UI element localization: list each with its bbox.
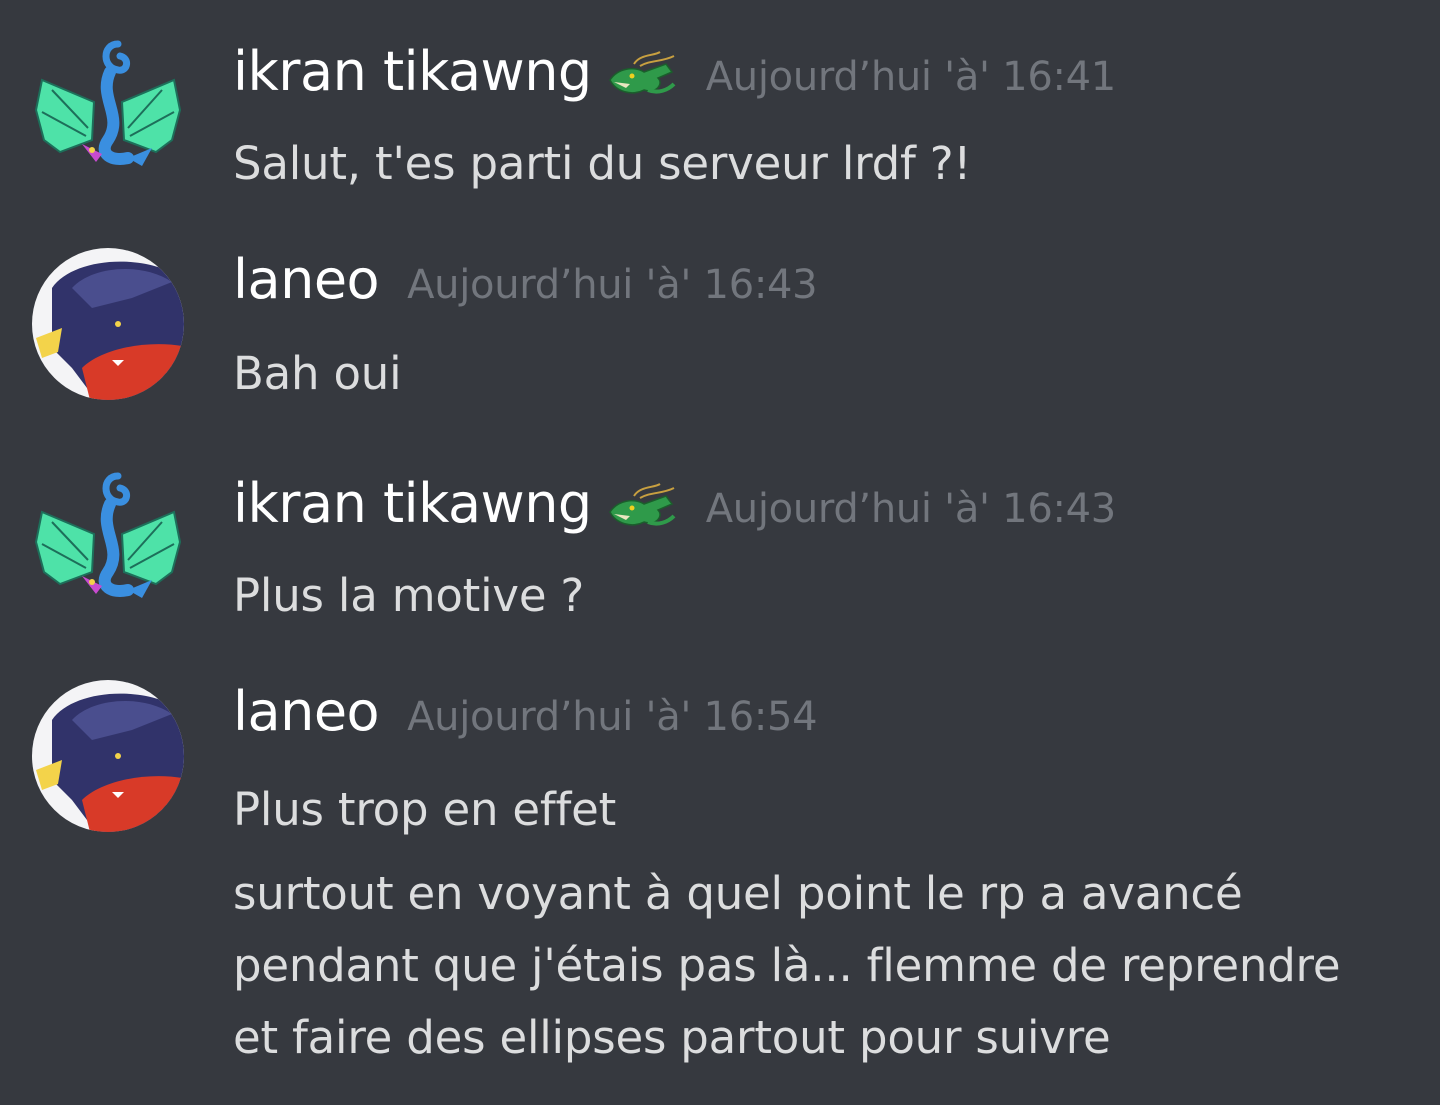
avatar-ikran-tikawng[interactable] [32, 472, 184, 624]
avatar-laneo[interactable] [32, 680, 184, 832]
dragon-icon [604, 482, 678, 532]
message-header: ikran tikawng Aujourd’hui 'à' 16:41 [233, 40, 1116, 110]
message-content: Salut, t'es parti du serveur lrdf ?! [233, 128, 971, 200]
username[interactable]: laneo [233, 248, 380, 311]
message-line: surtout en voyant à quel point le rp a a… [233, 867, 1243, 920]
timestamp: Aujourd’hui 'à' 16:43 [705, 486, 1117, 532]
username[interactable]: laneo [233, 680, 380, 743]
message-header: ikran tikawng Aujourd’hui 'à' 16:43 [233, 472, 1116, 542]
dragon-icon [604, 50, 678, 100]
timestamp: Aujourd’hui 'à' 16:41 [705, 54, 1117, 100]
timestamp: Aujourd’hui 'à' 16:43 [407, 262, 818, 308]
timestamp: Aujourd’hui 'à' 16:54 [407, 694, 818, 740]
avatar-ikran-tikawng[interactable] [32, 40, 184, 192]
banshee-avatar-icon [34, 472, 182, 598]
dragon-portrait-avatar-icon [32, 680, 184, 832]
username[interactable]: ikran tikawng [233, 40, 592, 103]
message-line: et faire des ellipses partout pour suivr… [233, 1011, 1111, 1064]
message-header: laneo Aujourd’hui 'à' 16:54 [233, 680, 818, 750]
username[interactable]: ikran tikawng [233, 472, 592, 535]
banshee-avatar-icon [34, 40, 182, 166]
chat-messages: ikran tikawng Aujourd’hui 'à' 16:41 Salu… [0, 0, 1440, 1105]
message-content: Plus trop en effet surtout en voyant à q… [233, 774, 1341, 1074]
message-content: Plus la motive ? [233, 560, 584, 632]
avatar-laneo[interactable] [32, 248, 184, 400]
message-content: Bah oui [233, 338, 402, 410]
message-header: laneo Aujourd’hui 'à' 16:43 [233, 248, 818, 318]
message-line: Plus trop en effet [233, 783, 617, 836]
message-line: Plus la motive ? [233, 569, 585, 622]
message-line: pendant que j'étais pas là... flemme de … [233, 939, 1341, 992]
message-line: Salut, t'es parti du serveur lrdf ?! [233, 137, 972, 190]
message-line: Bah oui [233, 347, 402, 400]
dragon-portrait-avatar-icon [32, 248, 184, 400]
